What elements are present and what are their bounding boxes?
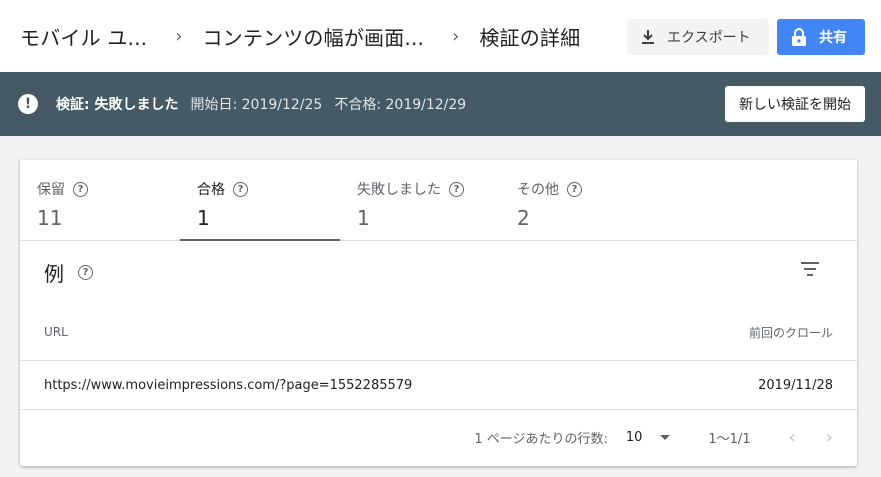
status-tabs: 保留 ? 11 合格 ? 1 失敗しました ? 1 その他 ? 2	[20, 160, 857, 241]
lock-icon	[792, 28, 806, 46]
next-page-icon[interactable]: ›	[826, 427, 833, 448]
tab-label: 合格	[197, 182, 225, 198]
validation-status: 検証: 失敗しました	[56, 97, 179, 113]
help-icon[interactable]: ?	[233, 181, 248, 197]
header-actions: エクスポート 共有	[627, 19, 865, 55]
details-card: 保留 ? 11 合格 ? 1 失敗しました ? 1 その他 ? 2 例 ? UR…	[20, 160, 857, 466]
tab-count: 1	[357, 206, 370, 230]
page-range: 1～1/1	[708, 432, 751, 447]
tab-other[interactable]: その他 ? 2	[500, 160, 660, 240]
failed-date: 不合格: 2019/12/29	[334, 97, 467, 113]
help-icon[interactable]: ?	[73, 181, 88, 197]
start-date: 開始日: 2019/12/25	[190, 97, 323, 113]
examples-title: 例	[44, 262, 64, 286]
page-nav: ‹ ›	[789, 427, 833, 448]
start-new-validation-button[interactable]: 新しい検証を開始	[725, 86, 865, 122]
export-button[interactable]: エクスポート	[627, 19, 769, 55]
tab-failed[interactable]: 失敗しました ? 1	[340, 160, 500, 240]
examples-header: 例 ?	[20, 241, 857, 304]
share-button[interactable]: 共有	[777, 19, 865, 55]
help-icon[interactable]: ?	[78, 265, 93, 280]
tab-count: 2	[517, 206, 530, 230]
help-icon[interactable]: ?	[567, 181, 582, 197]
pagination: 1 ページあたりの行数: 10 1～1/1 ‹ ›	[20, 410, 857, 465]
export-label: エクスポート	[667, 29, 751, 45]
tab-count: 1	[197, 206, 210, 230]
tab-label: その他	[517, 182, 559, 198]
help-icon[interactable]: ?	[449, 181, 464, 197]
tab-passed[interactable]: 合格 ? 1	[180, 160, 340, 241]
breadcrumb-item[interactable]: モバイル ユ...	[20, 22, 147, 51]
breadcrumb-item[interactable]: コンテンツの幅が画面...	[202, 22, 424, 51]
share-label: 共有	[819, 29, 847, 45]
filter-icon[interactable]	[801, 262, 819, 276]
column-header-url[interactable]: URL	[44, 325, 68, 339]
rows-per-page-label: 1 ページあたりの行数:	[474, 432, 608, 447]
tab-label: 失敗しました	[357, 182, 441, 198]
table-row[interactable]: https://www.movieimpressions.com/?page=1…	[20, 361, 857, 410]
row-last-crawl: 2019/11/28	[758, 377, 833, 393]
row-url: https://www.movieimpressions.com/?page=1…	[44, 377, 413, 393]
alert-icon: !	[18, 94, 38, 114]
column-header-last-crawl[interactable]: 前回のクロール	[749, 324, 833, 341]
page-title: 検証の詳細	[479, 25, 581, 50]
prev-page-icon[interactable]: ‹	[789, 427, 796, 448]
rows-per-page-select[interactable]: 10	[626, 430, 671, 445]
tab-pending[interactable]: 保留 ? 11	[20, 160, 180, 240]
tab-count: 11	[37, 206, 63, 230]
validation-status-bar: ! 検証: 失敗しました 開始日: 2019/12/25 不合格: 2019/1…	[0, 72, 881, 136]
dropdown-arrow-icon	[660, 435, 671, 440]
app-header: モバイル ユ... › コンテンツの幅が画面... › 検証の詳細 エクスポート…	[0, 0, 881, 72]
chevron-right-icon: ›	[175, 25, 183, 47]
rows-per-page-value: 10	[625, 430, 643, 445]
tab-label: 保留	[37, 182, 65, 198]
chevron-right-icon: ›	[452, 25, 460, 47]
download-icon	[642, 30, 654, 44]
table-header: URL 前回のクロール	[20, 304, 857, 361]
